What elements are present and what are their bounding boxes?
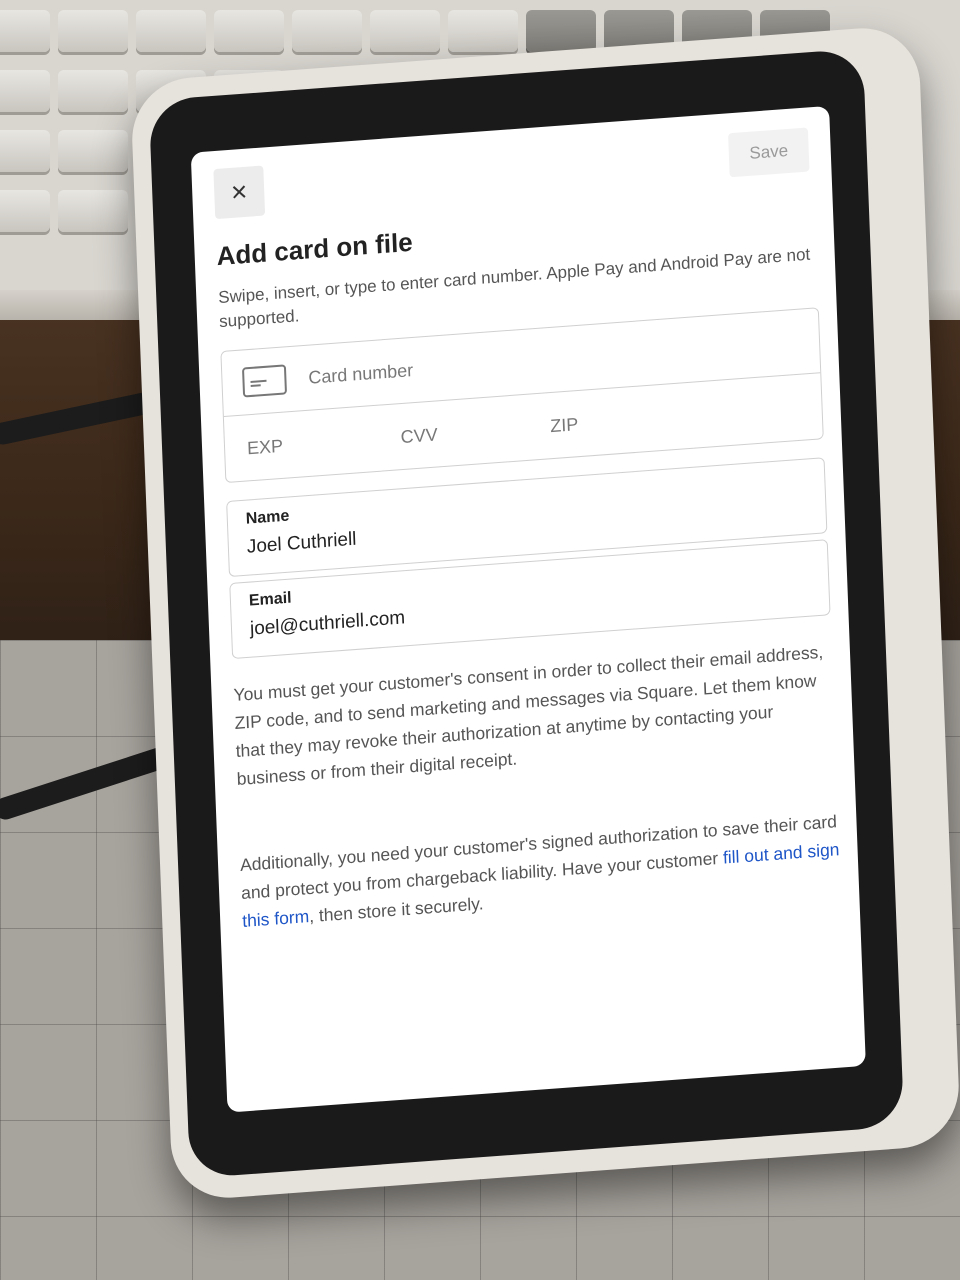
zip-field[interactable]: ZIP <box>550 414 579 437</box>
name-value: Joel Cuthriell <box>246 528 357 558</box>
cvv-field[interactable]: CVV <box>400 424 438 448</box>
close-icon: × <box>230 175 248 208</box>
keycap <box>370 10 440 52</box>
keycap <box>214 10 284 52</box>
authorization-text-end: , then store it securely. <box>308 893 484 927</box>
card-number-placeholder: Card number <box>307 359 414 388</box>
page-title: Add card on file <box>216 226 414 272</box>
keycap <box>136 10 206 52</box>
save-button[interactable]: Save <box>728 127 810 178</box>
email-label: Email <box>248 589 292 610</box>
exp-field[interactable]: EXP <box>247 436 284 460</box>
credit-card-icon <box>241 364 288 398</box>
name-label: Name <box>245 507 290 528</box>
device-bezel: 11:03 AM ▾ × Save Add card on file Swipe… <box>148 48 905 1179</box>
pos-device: 11:03 AM ▾ × Save Add card on file Swipe… <box>130 24 960 1202</box>
keycap <box>0 130 50 172</box>
keycap <box>58 70 128 112</box>
device-screen: 11:03 AM ▾ × Save Add card on file Swipe… <box>190 105 866 1113</box>
keycap <box>448 10 518 52</box>
keycap <box>58 10 128 52</box>
keycap <box>58 130 128 172</box>
keycap <box>0 10 50 52</box>
keycap <box>292 10 362 52</box>
close-button[interactable]: × <box>213 165 266 220</box>
status-time: 11:03 AM <box>197 118 272 144</box>
card-entry-box: Card number EXP CVV ZIP <box>220 307 824 484</box>
consent-text: You must get your customer's consent in … <box>233 641 824 790</box>
keycap <box>526 10 596 52</box>
keycap <box>0 70 50 112</box>
keycap <box>58 190 128 232</box>
authorization-text: Additionally, you need your customer's s… <box>240 807 842 935</box>
email-value: joel@cuthriell.com <box>249 607 406 640</box>
keycap <box>0 190 50 232</box>
